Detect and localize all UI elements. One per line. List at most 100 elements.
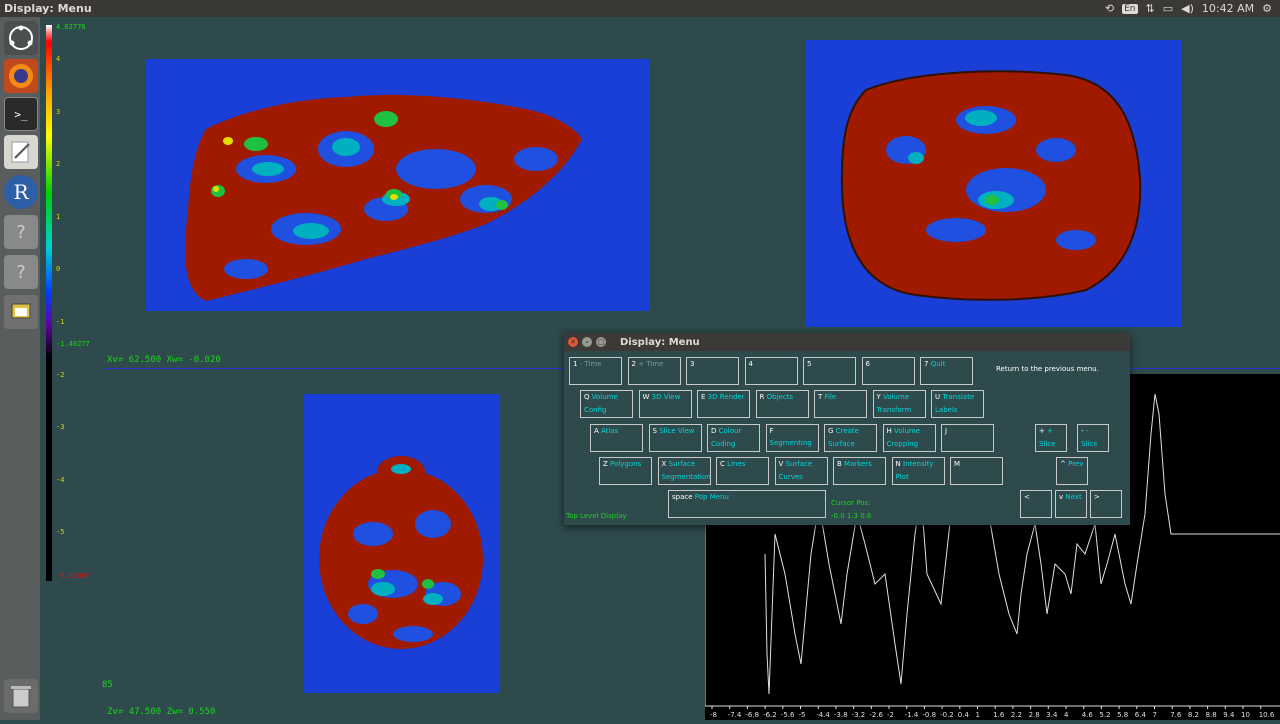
- menu-key-colour[interactable]: D Colour Coding: [707, 424, 760, 452]
- menu-key-next[interactable]: v Next: [1055, 490, 1087, 518]
- menu-key-objects[interactable]: R Objects: [755, 390, 809, 418]
- key-char: G: [828, 427, 834, 435]
- sync-icon[interactable]: ⟲: [1105, 2, 1114, 15]
- menu-key-surface[interactable]: X Surface Segmentation: [657, 457, 711, 485]
- menu-titlebar[interactable]: ✕ – □ Display: Menu: [564, 333, 1130, 351]
- minimize-icon[interactable]: –: [582, 337, 592, 347]
- coronal-slice-view[interactable]: [806, 40, 1182, 327]
- key-label: 3D Render: [707, 393, 745, 401]
- key-label: 3D View: [651, 393, 681, 401]
- menu-key-polygons[interactable]: Z Polygons: [599, 457, 652, 485]
- menu-key-slice-view[interactable]: S Slice View: [648, 424, 702, 452]
- menu-key-markers[interactable]: B Markers: [833, 457, 886, 485]
- menu-key-time[interactable]: 1 - Time: [569, 357, 622, 385]
- network-icon[interactable]: ⇅: [1146, 2, 1155, 15]
- key-char: ^: [1060, 460, 1066, 468]
- menu-key-translate[interactable]: U Translate Labels: [931, 390, 984, 418]
- key-label: Pop Menu: [694, 493, 729, 501]
- r-icon[interactable]: R: [4, 175, 38, 209]
- slice-index: 85: [102, 680, 113, 690]
- menu-key-3d-view[interactable]: W 3D View: [638, 390, 692, 418]
- files-icon[interactable]: [4, 295, 38, 329]
- key-label: Volume: [591, 393, 618, 401]
- trash-icon[interactable]: [4, 679, 38, 713]
- key-label: Polygons: [610, 460, 642, 468]
- key-label: +: [1047, 427, 1053, 435]
- keyboard-layout-indicator[interactable]: En: [1122, 3, 1138, 14]
- menu-key-segmenting[interactable]: F Segmenting: [765, 424, 819, 452]
- terminal-icon[interactable]: >_: [4, 97, 38, 131]
- menu-key-time[interactable]: 2 + Time: [627, 357, 681, 385]
- menu-key-key[interactable]: 6: [861, 357, 915, 385]
- menu-title: Display: Menu: [620, 336, 700, 348]
- menu-key-k[interactable]: + + Slice: [1035, 424, 1067, 452]
- menu-key-volume[interactable]: Y Volume Transform: [872, 390, 926, 418]
- menu-key-atlas[interactable]: A Atlas: [590, 424, 643, 452]
- menu-key-quit[interactable]: 7 Quit: [920, 357, 973, 385]
- plot-x-tick-label: -4.4: [816, 711, 830, 719]
- sagittal-slice-view[interactable]: [146, 59, 650, 311]
- menu-key-key[interactable]: <: [1020, 490, 1052, 518]
- key-char: T: [818, 393, 823, 401]
- colour-bar-tick: 1: [56, 212, 61, 221]
- key-label-line2: Cropping: [886, 440, 919, 448]
- menu-key-key[interactable]: M: [950, 457, 1003, 485]
- menu-key-k[interactable]: - - Slice: [1077, 424, 1109, 452]
- menu-key-surface[interactable]: V Surface Curves: [774, 457, 828, 485]
- plot-x-tick-label: 4.6: [1082, 711, 1094, 719]
- menu-key-key[interactable]: 5: [803, 357, 856, 385]
- battery-icon[interactable]: ▭: [1163, 2, 1173, 15]
- plot-x-tick-label: 6.4: [1135, 711, 1147, 719]
- plot-x-tick-label: 5.2: [1099, 711, 1110, 719]
- key-label-line2: Curves: [778, 473, 803, 481]
- menu-key-file[interactable]: T File: [814, 390, 867, 418]
- firefox-icon[interactable]: [4, 59, 38, 93]
- key-char: Z: [603, 460, 608, 468]
- key-char: N: [895, 460, 901, 468]
- axial-slice-view[interactable]: [303, 394, 500, 693]
- menu-key-pop-menu[interactable]: space Pop Menu: [668, 490, 826, 518]
- menu-key-key[interactable]: 4: [744, 357, 798, 385]
- plot-x-tick-label: -5: [799, 711, 806, 719]
- plot-x-tick-label: -3.8: [834, 711, 848, 719]
- plot-x-tick-label: -1.4: [905, 711, 919, 719]
- menu-key-3d-render[interactable]: E 3D Render: [697, 390, 750, 418]
- gear-icon[interactable]: ⚙: [1262, 2, 1272, 15]
- clock[interactable]: 10:42 AM: [1202, 2, 1254, 15]
- colour-bar-tick: 2: [56, 160, 61, 169]
- cursor-pos-value: -0.0 1.3 0.6: [831, 512, 872, 520]
- menu-key-intensity[interactable]: N Intensity Plot: [891, 457, 945, 485]
- key-char: C: [720, 460, 725, 468]
- display-menu-window[interactable]: ✕ – □ Display: Menu Return to the previo…: [564, 333, 1130, 525]
- menu-help-text: Return to the previous menu.: [996, 365, 1099, 373]
- key-label: Translate: [942, 393, 975, 401]
- key-label: - Time: [579, 360, 602, 368]
- close-icon[interactable]: ✕: [568, 337, 578, 347]
- ubuntu-icon[interactable]: [4, 21, 38, 55]
- menu-key-key[interactable]: J: [941, 424, 994, 452]
- key-char: W: [642, 393, 650, 401]
- menu-key-create[interactable]: G Create Surface: [824, 424, 877, 452]
- plot-x-tick-label: 1: [976, 711, 980, 719]
- key-char: V: [778, 460, 784, 468]
- colour-bar-tick: -5: [56, 528, 65, 537]
- maximize-icon[interactable]: □: [596, 337, 606, 347]
- key-label: Create: [835, 427, 859, 435]
- key-label-line2: Slice: [1081, 440, 1098, 448]
- menu-key-key[interactable]: 3: [686, 357, 739, 385]
- menu-key-lines[interactable]: C Lines: [716, 457, 769, 485]
- menu-key-volume[interactable]: H Volume Cropping: [882, 424, 936, 452]
- plot-x-tick-label: 7: [1153, 711, 1157, 719]
- menu-key-volume[interactable]: Q Volume Config: [580, 390, 633, 418]
- menu-key-prev[interactable]: ^ Prev: [1056, 457, 1088, 485]
- text-editor-icon[interactable]: [4, 135, 38, 169]
- key-char: v: [1059, 493, 1064, 501]
- menu-key-key[interactable]: >: [1090, 490, 1122, 518]
- unknown-app-icon[interactable]: ?: [4, 215, 38, 249]
- unknown-app-icon[interactable]: ?: [4, 255, 38, 289]
- key-label: Volume: [894, 427, 921, 435]
- volume-icon[interactable]: ◀): [1181, 2, 1194, 15]
- colour-bar-tick: -4: [56, 475, 65, 484]
- key-char: F: [769, 427, 774, 435]
- key-label: Atlas: [601, 427, 619, 435]
